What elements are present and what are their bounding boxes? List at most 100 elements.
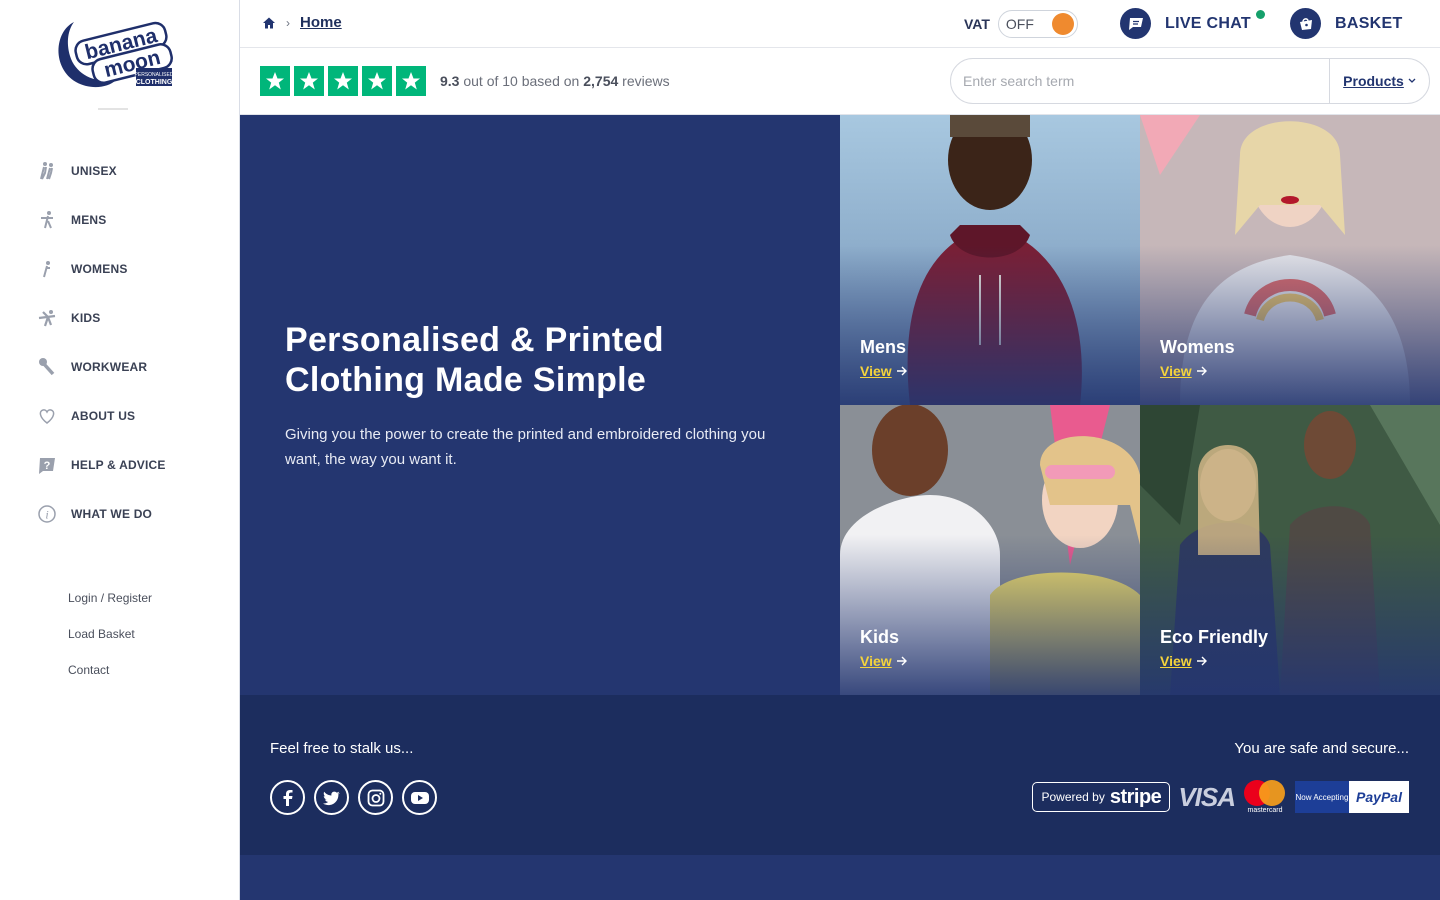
category-tile-womens[interactable]: Womens View bbox=[1140, 115, 1440, 405]
sidebar-item-unisex[interactable]: UNISEX bbox=[0, 146, 240, 195]
account-links: Login / Register Load Basket Contact bbox=[68, 590, 152, 698]
arrow-right-icon bbox=[896, 366, 907, 376]
sidebar-item-label: WHAT WE DO bbox=[71, 506, 153, 521]
tile-shade bbox=[840, 245, 1140, 405]
tile-title: Mens bbox=[860, 337, 907, 357]
sidebar-item-label: ABOUT US bbox=[71, 408, 136, 423]
tile-shade bbox=[1140, 535, 1440, 695]
chat-online-indicator bbox=[1256, 10, 1265, 19]
search-input[interactable] bbox=[951, 59, 1329, 103]
svg-text:CLOTHING: CLOTHING bbox=[136, 79, 173, 86]
tile-title: Eco Friendly bbox=[1160, 627, 1269, 647]
facebook-icon[interactable] bbox=[270, 780, 305, 815]
banana-moon-logo-icon: banana moon PERSONALISED CLOTHING bbox=[58, 21, 174, 88]
basket-icon bbox=[1290, 8, 1321, 39]
basket-label: BASKET bbox=[1335, 14, 1403, 32]
home-icon[interactable] bbox=[262, 16, 276, 30]
tile-shade bbox=[840, 535, 1140, 695]
review-text-end: reviews bbox=[618, 73, 670, 89]
sidebar-item-about-us[interactable]: ABOUT US bbox=[0, 391, 240, 440]
hero-banner: Personalised & Printed Clothing Made Sim… bbox=[240, 115, 840, 695]
top-bar: › Home VAT OFF LIVE CHAT BASKET bbox=[240, 0, 1440, 48]
vat-state: OFF bbox=[1005, 16, 1034, 32]
hero-title: Personalised & Printed Clothing Made Sim… bbox=[285, 321, 664, 399]
tile-view-label: View bbox=[860, 363, 892, 379]
brand-logo[interactable]: banana moon PERSONALISED CLOTHING bbox=[50, 18, 178, 92]
star-icon bbox=[396, 66, 426, 96]
sidebar-item-help-advice[interactable]: ? HELP & ADVICE bbox=[0, 440, 240, 489]
info-icon: i bbox=[36, 503, 58, 525]
basket-button[interactable]: BASKET bbox=[1290, 8, 1403, 39]
tile-view-label: View bbox=[1160, 363, 1192, 379]
tile-view-link[interactable]: View bbox=[860, 363, 908, 379]
tile-view-link[interactable]: View bbox=[1160, 363, 1208, 379]
paypal-badge: Now Accepting PayPal bbox=[1295, 781, 1409, 813]
visa-logo: VISA bbox=[1178, 781, 1236, 812]
workwear-icon bbox=[36, 356, 58, 378]
payment-methods: Powered by stripe VISA mastercard Now Ac… bbox=[1032, 779, 1409, 815]
social-heading: Feel free to stalk us... bbox=[270, 740, 414, 757]
sidebar-item-label: UNISEX bbox=[71, 163, 117, 178]
security-heading: You are safe and secure... bbox=[1234, 740, 1409, 757]
sidebar-item-workwear[interactable]: WORKWEAR bbox=[0, 342, 240, 391]
mastercard-logo: mastercard bbox=[1243, 779, 1287, 815]
sidebar-item-kids[interactable]: KIDS bbox=[0, 293, 240, 342]
trustpilot-stars[interactable] bbox=[260, 66, 426, 96]
review-search-bar: 9.3 out of 10 based on 2,754 reviews Pro… bbox=[240, 48, 1440, 115]
tile-shade bbox=[1140, 245, 1440, 405]
unisex-icon bbox=[36, 160, 58, 182]
youtube-icon[interactable] bbox=[402, 780, 437, 815]
logo-divider bbox=[98, 108, 128, 110]
breadcrumb-separator: › bbox=[286, 15, 290, 30]
vat-label: VAT bbox=[964, 16, 990, 32]
svg-text:?: ? bbox=[44, 460, 51, 472]
tile-view-link[interactable]: View bbox=[1160, 653, 1208, 669]
sidebar: banana moon PERSONALISED CLOTHING UNISEX… bbox=[0, 0, 240, 900]
breadcrumb-home-link[interactable]: Home bbox=[300, 14, 342, 31]
load-basket-link[interactable]: Load Basket bbox=[68, 626, 152, 662]
tile-title: Kids bbox=[860, 627, 900, 647]
review-text-mid: out of 10 based on bbox=[459, 73, 584, 89]
sidebar-item-mens[interactable]: MENS bbox=[0, 195, 240, 244]
instagram-icon[interactable] bbox=[358, 780, 393, 815]
sidebar-item-label: KIDS bbox=[71, 310, 101, 325]
sidebar-item-womens[interactable]: WOMENS bbox=[0, 244, 240, 293]
products-dropdown[interactable]: Products bbox=[1329, 59, 1429, 103]
vat-control: VAT OFF bbox=[964, 10, 1078, 38]
login-register-link[interactable]: Login / Register bbox=[68, 590, 152, 626]
products-dropdown-label: Products bbox=[1343, 73, 1404, 89]
star-icon bbox=[328, 66, 358, 96]
live-chat-button[interactable]: LIVE CHAT bbox=[1120, 8, 1265, 39]
stripe-badge: Powered by stripe bbox=[1032, 782, 1171, 812]
review-score: 9.3 bbox=[440, 73, 460, 89]
stripe-brand: stripe bbox=[1109, 785, 1162, 808]
chat-icon bbox=[1120, 8, 1151, 39]
mastercard-label: mastercard bbox=[1247, 807, 1283, 814]
arrow-right-icon bbox=[896, 656, 907, 666]
category-tile-eco-friendly[interactable]: Eco Friendly View bbox=[1140, 405, 1440, 695]
tile-view-link[interactable]: View bbox=[860, 653, 908, 669]
sidebar-item-what-we-do[interactable]: i WHAT WE DO bbox=[0, 489, 240, 538]
svg-text:i: i bbox=[45, 507, 48, 521]
category-tile-mens[interactable]: Mens View bbox=[840, 115, 1140, 405]
twitter-icon[interactable] bbox=[314, 780, 349, 815]
star-icon bbox=[362, 66, 392, 96]
search-box: Products bbox=[950, 58, 1430, 104]
star-icon bbox=[294, 66, 324, 96]
stripe-powered-label: Powered by bbox=[1041, 790, 1105, 804]
tile-view-label: View bbox=[860, 653, 892, 669]
category-nav: UNISEX MENS WOMENS KIDS WORKWEAR ABOUT U… bbox=[0, 146, 240, 538]
vat-toggle-knob bbox=[1051, 13, 1074, 35]
arrow-right-icon bbox=[1196, 656, 1207, 666]
hero-subtitle: Giving you the power to create the print… bbox=[285, 426, 766, 468]
sidebar-item-label: MENS bbox=[71, 212, 107, 227]
arrow-right-icon bbox=[1196, 366, 1207, 376]
paypal-logo: PayPal bbox=[1349, 781, 1409, 813]
sidebar-item-label: HELP & ADVICE bbox=[71, 457, 166, 472]
category-tile-kids[interactable]: Kids View bbox=[840, 405, 1140, 695]
vat-toggle[interactable]: OFF bbox=[997, 10, 1078, 38]
review-count: 2,754 bbox=[583, 73, 619, 89]
breadcrumb: › Home bbox=[262, 14, 342, 31]
contact-link[interactable]: Contact bbox=[68, 662, 152, 698]
tile-title: Womens bbox=[1160, 337, 1235, 357]
